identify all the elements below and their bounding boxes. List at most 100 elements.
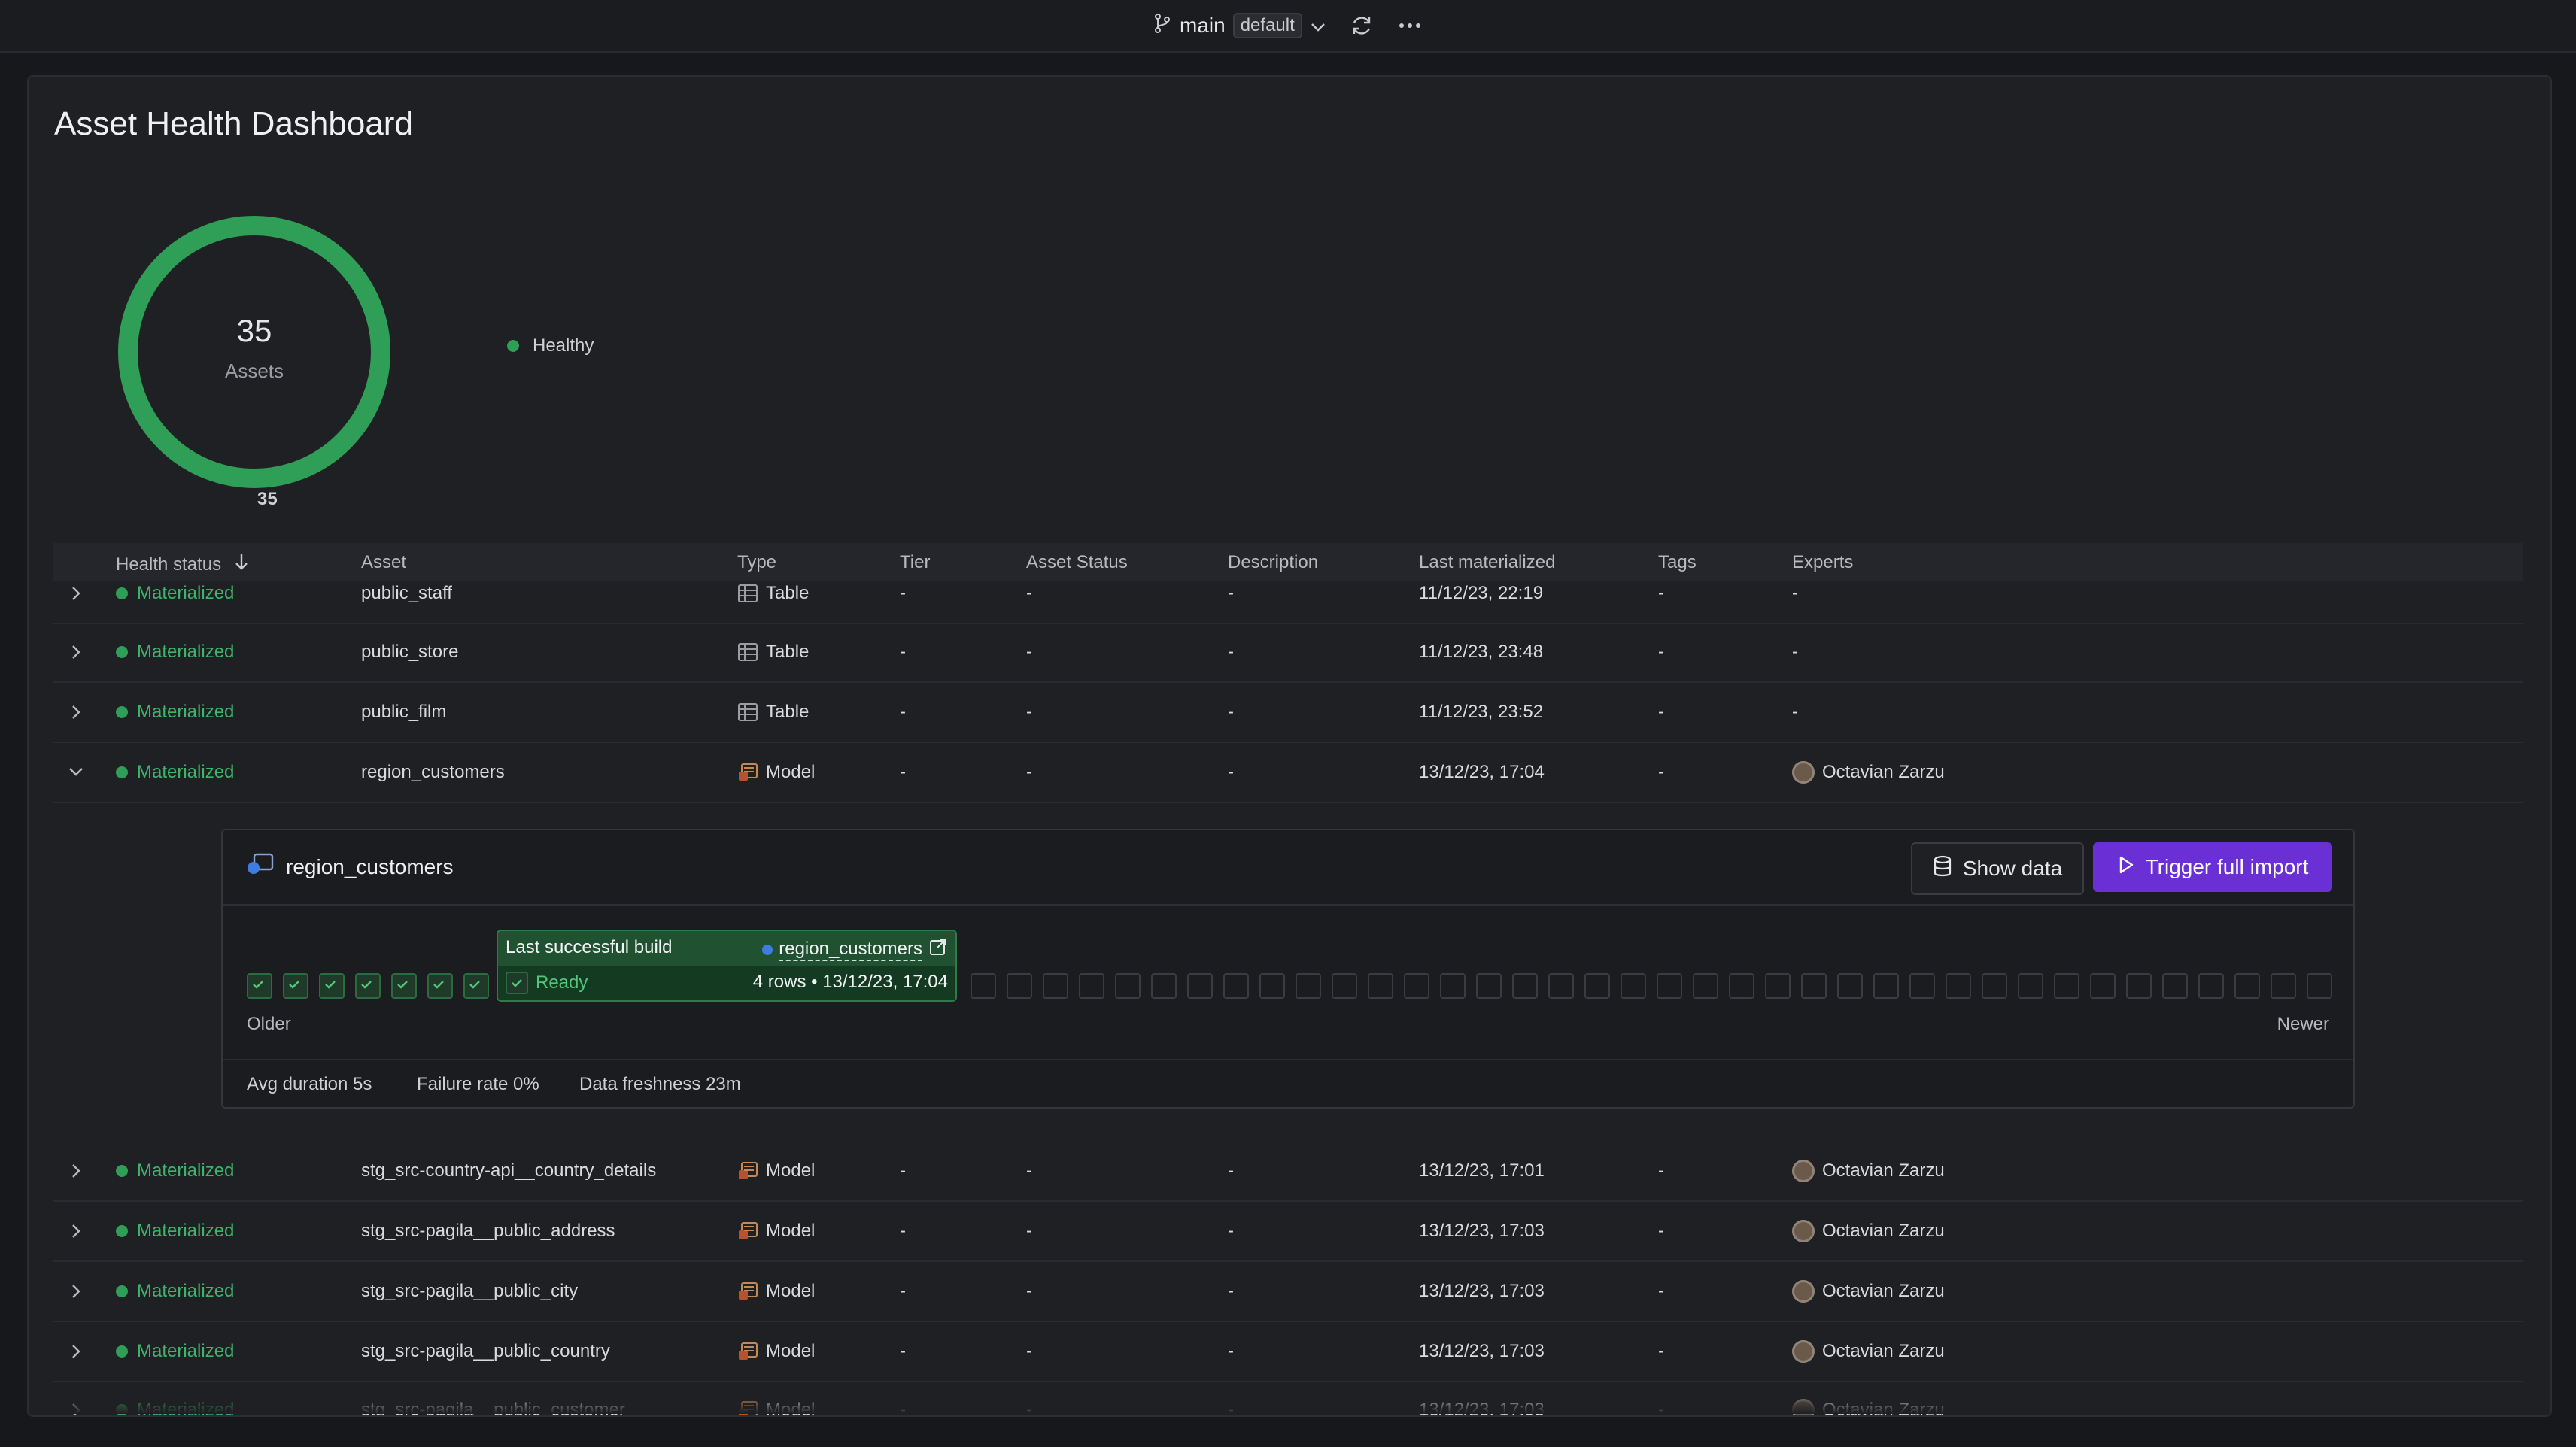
table-row[interactable]: Materialized public_store Table - - - 11/12/23… xyxy=(53,623,2523,683)
last-materialized: 13/12/23, 17:03 xyxy=(1419,1281,1545,1301)
branch-icon xyxy=(1153,13,1172,39)
asset-experts[interactable]: Octavian Zarzu xyxy=(1792,1322,1945,1381)
build-empty xyxy=(1946,973,1971,999)
asset-tags: - xyxy=(1658,1221,1664,1241)
health-donut-chart: 35 Assets xyxy=(111,209,397,495)
scroll-fade xyxy=(53,1391,2523,1414)
chevron-right-icon[interactable] xyxy=(68,1202,84,1260)
table-row[interactable]: Materialized stg_src-pagila__public_city M… xyxy=(53,1262,2523,1322)
asset-experts[interactable]: Octavian Zarzu xyxy=(1792,1202,1945,1260)
asset-description: - xyxy=(1228,702,1234,722)
build-empty xyxy=(1512,973,1538,999)
page-title: Asset Health Dashboard xyxy=(54,105,413,142)
model-icon xyxy=(737,1221,758,1241)
build-empty xyxy=(1621,973,1646,999)
asset-name[interactable]: public_store xyxy=(361,623,458,681)
last-materialized: 13/12/23, 17:03 xyxy=(1419,1221,1545,1241)
health-status: Materialized xyxy=(116,1322,234,1381)
chevron-down-icon[interactable] xyxy=(68,743,84,802)
table-row[interactable]: Materialized region_customers Model - - - 13/1… xyxy=(53,743,2523,803)
asset-name[interactable]: stg_src-pagila__public_city xyxy=(361,1262,578,1321)
build-empty xyxy=(971,973,996,999)
table-icon xyxy=(737,702,758,722)
asset-name[interactable]: public_staff xyxy=(361,564,452,623)
model-dot-icon xyxy=(762,944,773,955)
build-empty xyxy=(1404,973,1429,999)
trigger-full-import-label: Trigger full import xyxy=(2145,855,2309,878)
asset-name[interactable]: region_customers xyxy=(361,743,505,802)
branch-selector[interactable]: main default xyxy=(1153,11,1326,41)
tooltip-link[interactable]: region_customers xyxy=(762,937,948,962)
table-row[interactable]: Materialized public_film Table - - - 11/12/23,… xyxy=(53,683,2523,743)
asset-description: - xyxy=(1228,642,1234,662)
chevron-right-icon[interactable] xyxy=(68,1142,84,1200)
asset-detail-panel: region_customers Show data Trigger full … xyxy=(221,829,2355,1109)
asset-name[interactable]: public_film xyxy=(361,683,446,742)
asset-description: - xyxy=(1228,1341,1234,1361)
tooltip-label: Last successful build xyxy=(506,937,673,957)
asset-description: - xyxy=(1228,1160,1234,1181)
asset-experts[interactable]: - xyxy=(1792,564,1798,623)
build-empty xyxy=(2198,973,2224,999)
chevron-right-icon[interactable] xyxy=(68,1262,84,1321)
build-success[interactable] xyxy=(247,973,272,999)
expert-name: Octavian Zarzu xyxy=(1822,1160,1945,1181)
asset-experts[interactable]: Octavian Zarzu xyxy=(1792,1262,1945,1321)
build-empty xyxy=(1584,973,1610,999)
asset-type-text: Model xyxy=(766,1221,816,1241)
build-empty xyxy=(1043,973,1068,999)
table-row[interactable]: Materialized stg_src-country-api__country… xyxy=(53,1142,2523,1202)
build-success[interactable] xyxy=(319,973,345,999)
chevron-right-icon[interactable] xyxy=(68,1322,84,1381)
status-dot xyxy=(116,706,128,718)
asset-name[interactable]: stg_src-pagila__public_country xyxy=(361,1322,610,1381)
build-empty xyxy=(1837,973,1863,999)
asset-experts[interactable]: - xyxy=(1792,623,1798,681)
model-icon xyxy=(737,1282,758,1301)
asset-type: Model xyxy=(737,1202,815,1260)
show-data-button[interactable]: Show data xyxy=(1911,842,2084,895)
trigger-full-import-button[interactable]: Trigger full import xyxy=(2093,842,2332,892)
last-build-tooltip: Last successful build region_customers R… xyxy=(497,930,957,1002)
build-success[interactable] xyxy=(283,973,308,999)
table-icon xyxy=(737,642,758,662)
build-empty xyxy=(1115,973,1141,999)
table-row[interactable]: Materialized public_staff Table - - - 11/12/23… xyxy=(53,564,2523,624)
more-icon[interactable] xyxy=(1395,11,1425,41)
asset-name[interactable]: stg_src-country-api__country_details xyxy=(361,1142,656,1200)
table-row[interactable]: Materialized stg_src-pagila__public_addre… xyxy=(53,1202,2523,1262)
asset-experts[interactable]: - xyxy=(1792,683,1798,742)
build-success[interactable] xyxy=(391,973,417,999)
asset-type-text: Table xyxy=(766,642,810,662)
chevron-right-icon[interactable] xyxy=(68,683,84,742)
asset-status: - xyxy=(1026,1160,1032,1181)
asset-description: - xyxy=(1228,762,1234,782)
health-status-text: Materialized xyxy=(137,1160,235,1181)
health-status: Materialized xyxy=(116,623,234,681)
build-empty xyxy=(2307,973,2332,999)
asset-type: Table xyxy=(737,683,809,742)
build-success[interactable] xyxy=(463,973,489,999)
asset-tier: - xyxy=(900,1160,906,1181)
health-status: Materialized xyxy=(116,1142,234,1200)
build-success[interactable] xyxy=(355,973,381,999)
asset-tags: - xyxy=(1658,1160,1664,1181)
asset-experts[interactable]: Octavian Zarzu xyxy=(1792,1142,1945,1200)
refresh-icon[interactable] xyxy=(1347,11,1377,41)
asset-status: - xyxy=(1026,1281,1032,1301)
build-success[interactable] xyxy=(427,973,453,999)
asset-experts[interactable]: Octavian Zarzu xyxy=(1792,743,1945,802)
tooltip-status: Ready xyxy=(506,972,588,994)
asset-name[interactable]: stg_src-pagila__public_address xyxy=(361,1202,615,1260)
asset-tags: - xyxy=(1658,642,1664,662)
donut-total-label: Assets xyxy=(224,359,284,382)
last-materialized: 11/12/23, 22:19 xyxy=(1419,583,1544,603)
external-link-icon xyxy=(928,937,948,962)
chevron-right-icon[interactable] xyxy=(68,623,84,681)
build-empty xyxy=(1368,973,1393,999)
branch-name: main xyxy=(1180,14,1226,37)
status-dot xyxy=(116,766,128,778)
asset-tier: - xyxy=(900,702,906,722)
chevron-right-icon[interactable] xyxy=(68,564,84,623)
table-row[interactable]: Materialized stg_src-pagila__public_count… xyxy=(53,1322,2523,1382)
